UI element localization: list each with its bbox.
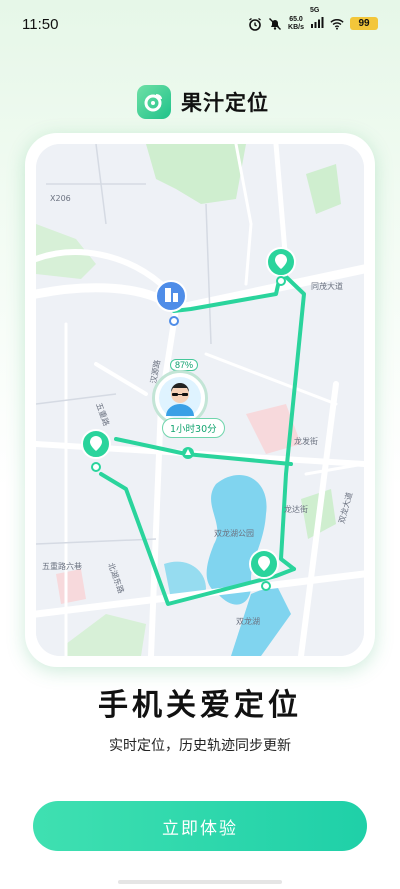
person-avatar-icon [159, 377, 201, 419]
map-label-x206: X206 [50, 194, 71, 203]
signal-icon [311, 17, 324, 28]
net-speed-value: 65.0 [289, 15, 303, 23]
map-label-wuzhong6: 五重路六巷 [42, 561, 82, 571]
alarm-icon [249, 17, 261, 31]
home-indicator[interactable] [118, 880, 282, 884]
location-leaf-icon [144, 94, 162, 112]
status-icons: 65.0 KB/s 5G 99 [248, 7, 378, 33]
duration-tag: 1小时30分 [162, 418, 225, 438]
subtitle: 实时定位，历史轨迹同步更新 [109, 738, 291, 754]
map-label-longda: 龙达街 [284, 504, 308, 514]
app-name: 果汁定位 [181, 91, 269, 115]
headline: 手机关爱定位 [98, 688, 302, 723]
map-label-park: 双龙湖公园 [214, 528, 254, 538]
map-label-lake: 双龙湖 [236, 616, 260, 626]
try-now-button[interactable]: 立即体验 [33, 801, 367, 851]
app-logo [137, 85, 171, 119]
net-speed: 65.0 KB/s [288, 16, 304, 32]
map-label-tongmao: 同茂大道 [311, 281, 343, 291]
hospital-area [56, 569, 86, 604]
battery-indicator: 99 [350, 17, 378, 30]
status-time: 11:50 [22, 16, 59, 33]
map-label-longfa: 龙发街 [294, 436, 318, 446]
battery-percent-badge: 87% [170, 359, 199, 371]
net-speed-unit: KB/s [288, 23, 304, 31]
status-bar: 11:50 65.0 KB/s 5G 99 [0, 0, 400, 50]
signal-group: 5G [310, 7, 324, 33]
network-type: 5G [310, 7, 320, 14]
brand-header: 果汁定位 [137, 85, 269, 119]
wifi-icon [330, 18, 344, 30]
direction-arrow [182, 447, 194, 459]
mute-bell-icon [269, 17, 282, 30]
